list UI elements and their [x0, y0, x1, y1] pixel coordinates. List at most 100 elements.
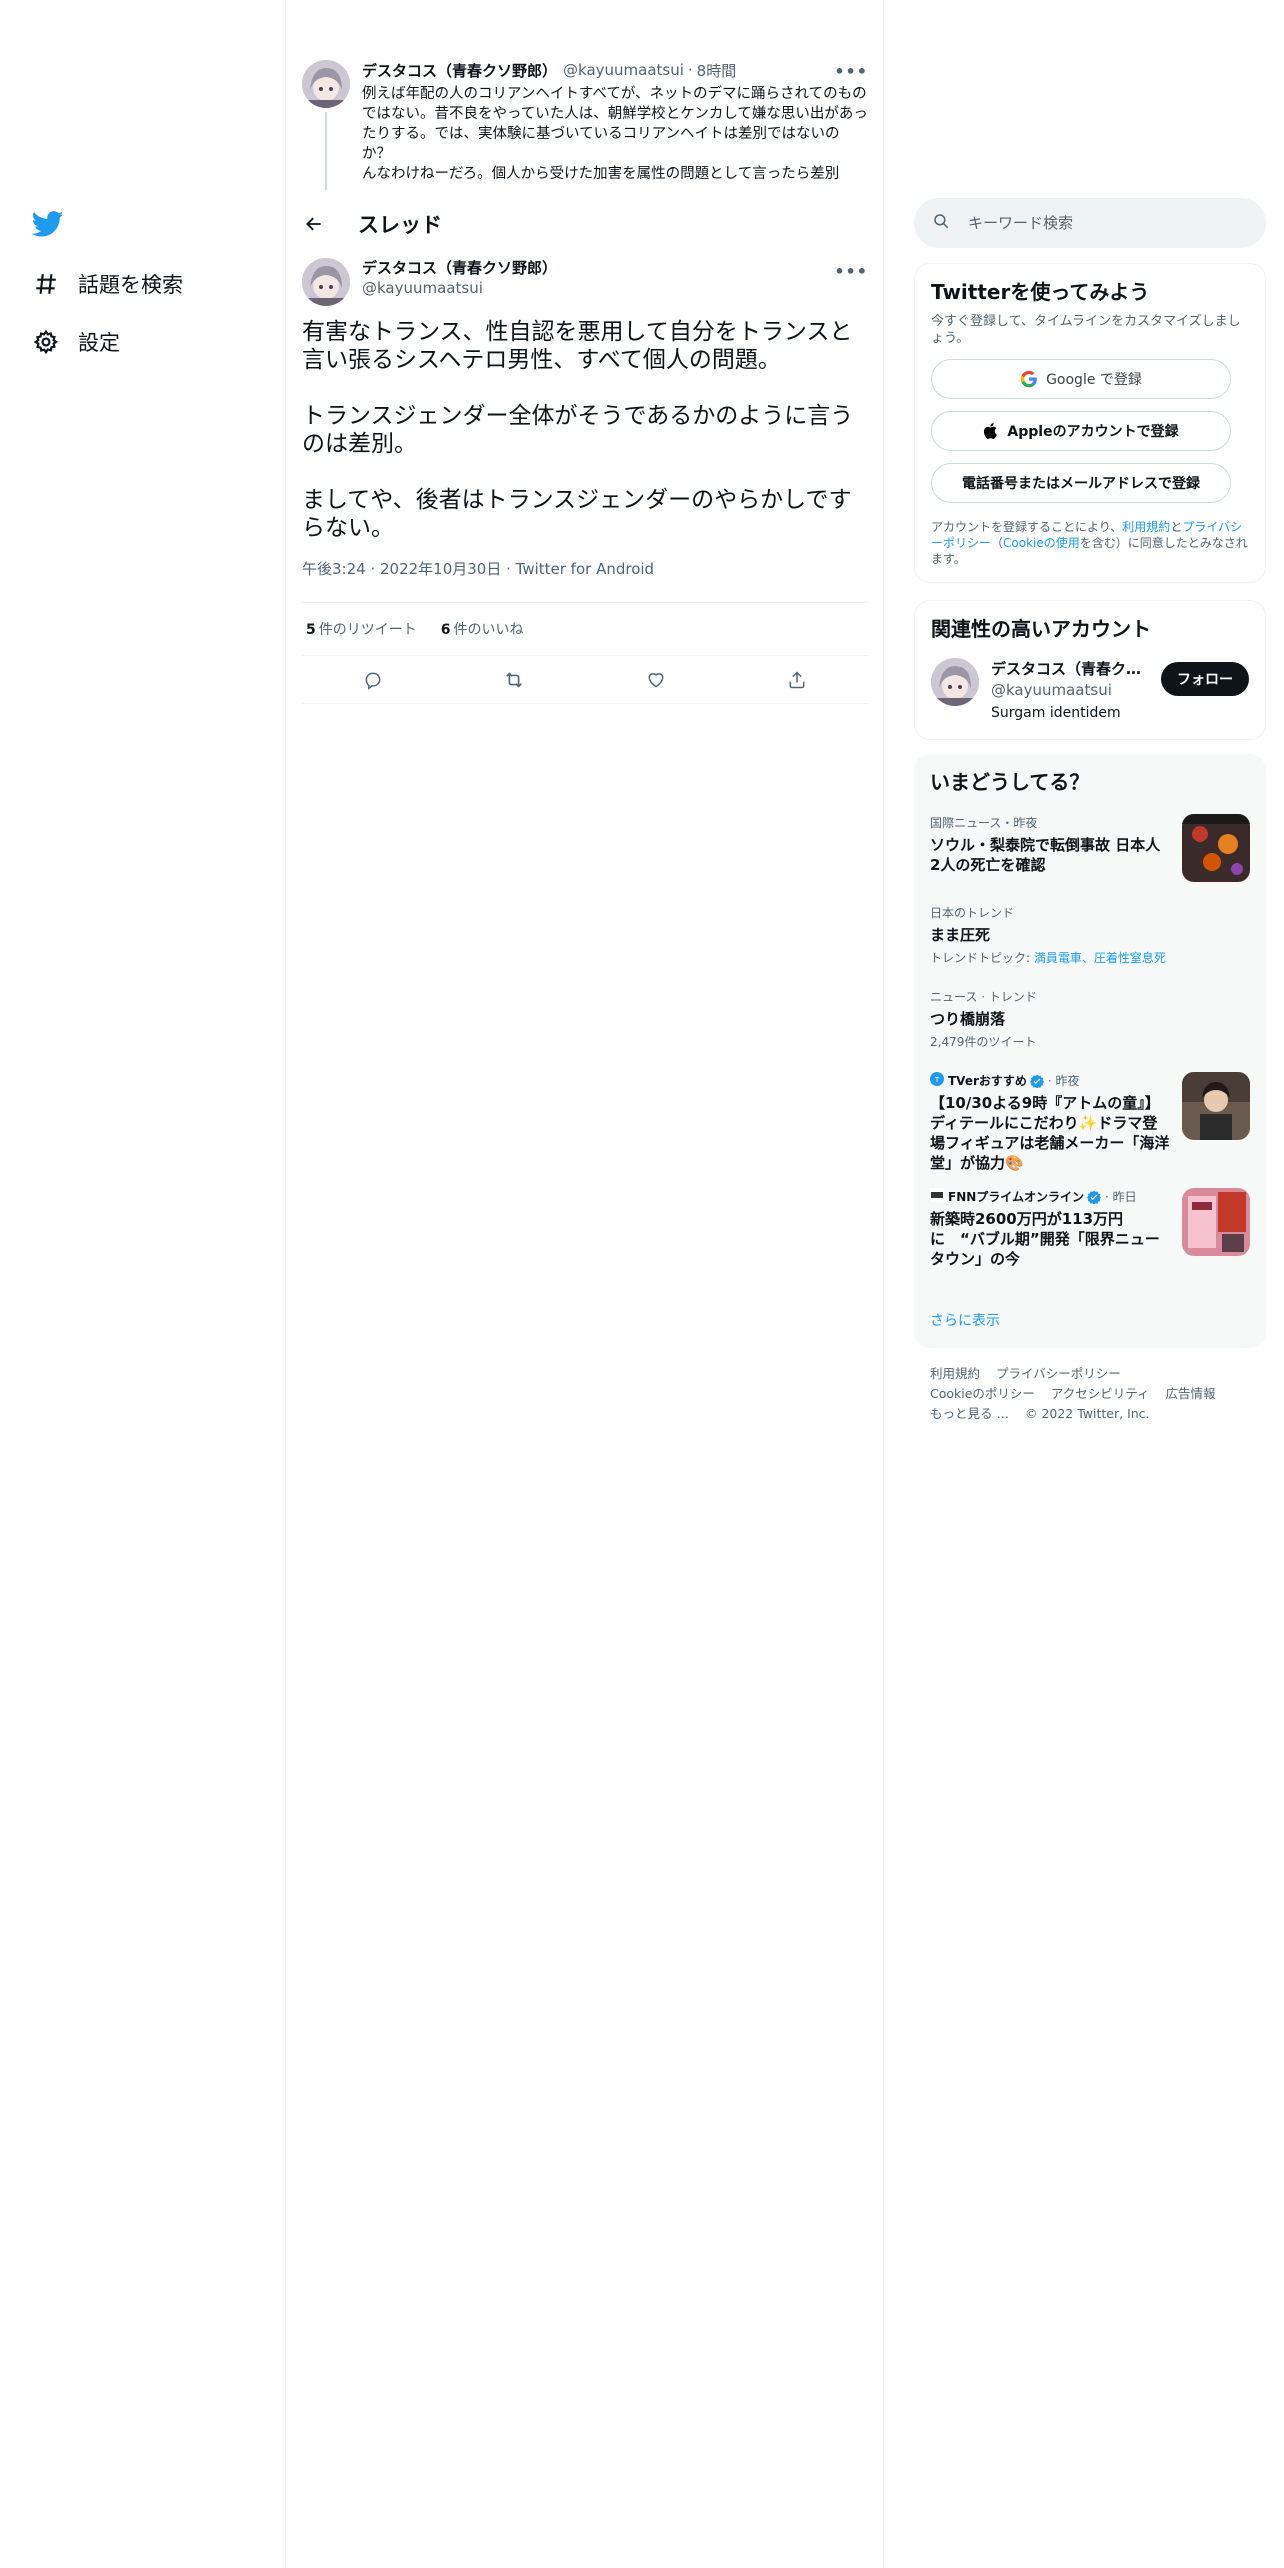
fnn-logo-icon	[930, 1188, 944, 1205]
related-title: 関連性の高いアカウント	[931, 617, 1151, 641]
nav-explore[interactable]: 話題を検索	[32, 262, 183, 306]
retweet-count-label: 件のリツイート	[318, 622, 417, 638]
footer-link-more[interactable]: もっと見る …	[930, 1406, 1009, 1421]
cookie-link[interactable]: Cookieの使用	[1003, 536, 1080, 550]
footer-link-accessibility[interactable]: アクセシビリティ	[1051, 1386, 1150, 1401]
footer-link-privacy[interactable]: プライバシーポリシー	[996, 1366, 1121, 1381]
trend-category: 日本のトレンド	[930, 906, 1015, 920]
trends-title: いまどうしてる？	[930, 770, 1090, 794]
reply-icon[interactable]	[356, 663, 390, 697]
trend-title: 新築時2600万円が113万円に “バブル期”開発「限界ニュータウン」の今	[930, 1210, 1160, 1268]
terms-text: と	[1170, 520, 1183, 534]
trend-thumbnail	[1182, 1188, 1250, 1256]
verified-badge-icon	[1087, 1190, 1102, 1204]
trend-category: ニュース · トレンド	[930, 990, 1037, 1004]
trend-item[interactable]: T TVerおすすめ · 昨夜 【10/30よる9時『アトムの童』】ディテールに…	[930, 1072, 1250, 1173]
footer-link-terms[interactable]: 利用規約	[930, 1366, 980, 1381]
search-input[interactable]	[968, 214, 1228, 232]
tweet-timestamp[interactable]: 午後3:24 · 2022年10月30日 · Twitter for Andro…	[302, 558, 868, 578]
more-options-icon[interactable]: •••	[834, 262, 868, 281]
show-more-link[interactable]: さらに表示	[930, 1310, 1000, 1330]
terms-link[interactable]: 利用規約	[1122, 520, 1170, 534]
nav-settings-label: 設定	[78, 331, 120, 355]
back-arrow-icon[interactable]	[302, 212, 326, 236]
related-name[interactable]: デスタコス（青春クソ野郎）	[991, 658, 1151, 679]
page-title: スレッド	[358, 213, 442, 237]
avatar[interactable]	[931, 658, 979, 706]
copyright: © 2022 Twitter, Inc.	[1024, 1406, 1150, 1421]
verified-badge-icon	[1029, 1074, 1044, 1088]
parent-tweet-text: 例えば年配の人のコリアンヘイトすべてが、ネットのデマに踊らされてのものではない。…	[362, 86, 868, 182]
footer-links: 利用規約 プライバシーポリシー Cookieのポリシー アクセシビリティ 広告情…	[930, 1364, 1260, 1424]
related-bio: Surgam identidem	[991, 705, 1121, 721]
center-column: デスタコス（青春クソ野郎） @kayuumaatsui · 8時間 ••• 例え…	[286, 0, 884, 2568]
like-count-label: 件のいいね	[453, 622, 524, 638]
trend-time: · 昨日	[1105, 1190, 1137, 1204]
trend-item[interactable]: 日本のトレンド まま圧死 トレンドトピック: 満員電車、圧着性窒息死	[930, 904, 1250, 966]
apple-icon	[983, 422, 999, 440]
trend-topic-prefix: トレンドトピック:	[930, 951, 1034, 965]
like-count-value: 6	[440, 622, 451, 638]
apple-signup-label: Appleのアカウントで登録	[1007, 424, 1179, 440]
more-options-icon[interactable]: •••	[834, 62, 868, 81]
trend-title: つり橋崩落	[930, 1010, 1006, 1028]
like-icon[interactable]	[639, 663, 673, 697]
footer-link-cookie[interactable]: Cookieのポリシー	[930, 1386, 1035, 1401]
terms-text: アカウントを登録することにより、	[931, 520, 1123, 534]
separator-dot: ·	[687, 61, 693, 79]
tver-logo-icon: T	[930, 1072, 944, 1089]
nav-explore-label: 話題を検索	[78, 273, 183, 297]
tweet-time[interactable]: 8時間	[697, 60, 737, 81]
trend-time: · 昨夜	[1047, 1074, 1080, 1088]
google-icon	[1020, 370, 1038, 388]
main-tweet: デスタコス（青春クソ野郎） @kayuumaatsui ••• 有害なトランス、…	[302, 258, 868, 578]
trend-title: ソウル・梨泰院で転倒事故 日本人2人の死亡を確認	[930, 836, 1161, 874]
trends-card: いまどうしてる？ 国際ニュース・昨夜 ソウル・梨泰院で転倒事故 日本人2人の死亡…	[914, 754, 1266, 1348]
share-icon[interactable]	[780, 663, 814, 697]
retweet-count[interactable]: 5 件のリツイート	[306, 619, 417, 639]
avatar[interactable]	[302, 60, 350, 108]
retweet-icon[interactable]	[497, 663, 531, 697]
twitter-bird-icon[interactable]	[31, 208, 64, 240]
trend-tweet-count: 2,479件のツイート	[930, 1035, 1037, 1049]
thread-line	[325, 112, 327, 190]
google-signup-button[interactable]: Google で登録	[931, 359, 1231, 399]
tweet-text: 有害なトランス、性自認を悪用して自分をトランスと言い張るシスヘテロ男性、すべて個…	[302, 319, 854, 541]
author-name[interactable]: デスタコス（青春クソ野郎）	[362, 60, 557, 81]
trend-title: まま圧死	[930, 926, 991, 944]
trend-thumbnail	[1182, 814, 1250, 882]
signup-terms: アカウントを登録することにより、利用規約とプライバシーポリシー（Cookieの使…	[931, 519, 1249, 567]
trend-source: FNNプライムオンライン	[948, 1190, 1085, 1204]
author-name[interactable]: デスタコス（青春クソ野郎）	[362, 258, 557, 278]
trend-source: TVerおすすめ	[948, 1074, 1027, 1088]
footer-link-ads[interactable]: 広告情報	[1166, 1386, 1216, 1401]
apple-signup-button[interactable]: Appleのアカウントで登録	[931, 411, 1231, 451]
google-signup-label: Google で登録	[1046, 372, 1142, 388]
search-icon	[932, 212, 950, 234]
parent-tweet[interactable]: デスタコス（青春クソ野郎） @kayuumaatsui · 8時間 ••• 例え…	[302, 60, 868, 190]
follow-button[interactable]: フォロー	[1161, 662, 1249, 696]
search-bar[interactable]	[914, 198, 1266, 248]
phone-email-signup-button[interactable]: 電話番号またはメールアドレスで登録	[931, 463, 1231, 503]
trend-item[interactable]: ニュース · トレンド つり橋崩落 2,479件のツイート	[930, 988, 1250, 1050]
trend-item[interactable]: 国際ニュース・昨夜 ソウル・梨泰院で転倒事故 日本人2人の死亡を確認	[930, 814, 1250, 882]
trend-topic-links[interactable]: 満員電車、圧着性窒息死	[1034, 951, 1166, 965]
retweet-count-value: 5	[306, 622, 316, 638]
signup-subtitle: 今すぐ登録して、タイムラインをカスタマイズしましょう。	[931, 314, 1241, 346]
trend-item[interactable]: FNNプライムオンライン · 昨日 新築時2600万円が113万円に “バブル期…	[930, 1188, 1250, 1269]
related-accounts-card: 関連性の高いアカウント デスタコス（青春クソ野郎） @kayuumaatsui …	[914, 600, 1266, 740]
signup-card: Twitterを使ってみよう 今すぐ登録して、タイムラインをカスタマイズしましょ…	[914, 263, 1266, 583]
author-handle[interactable]: @kayuumaatsui	[362, 278, 557, 298]
thread-header: スレッド	[286, 198, 883, 250]
avatar[interactable]	[302, 258, 350, 306]
like-count[interactable]: 6 件のいいね	[441, 619, 524, 639]
related-handle[interactable]: @kayuumaatsui	[991, 681, 1151, 699]
related-account[interactable]: デスタコス（青春クソ野郎） @kayuumaatsui Surgam ident…	[931, 658, 1249, 721]
phone-email-signup-label: 電話番号またはメールアドレスで登録	[962, 476, 1200, 492]
left-navigation: 話題を検索 設定	[0, 0, 286, 2568]
author-handle[interactable]: @kayuumaatsui	[563, 61, 684, 79]
tweet-actions	[302, 656, 868, 704]
tweet-stats: 5 件のリツイート 6 件のいいね	[302, 602, 868, 656]
terms-text: （	[991, 536, 1004, 550]
nav-settings[interactable]: 設定	[32, 320, 120, 364]
